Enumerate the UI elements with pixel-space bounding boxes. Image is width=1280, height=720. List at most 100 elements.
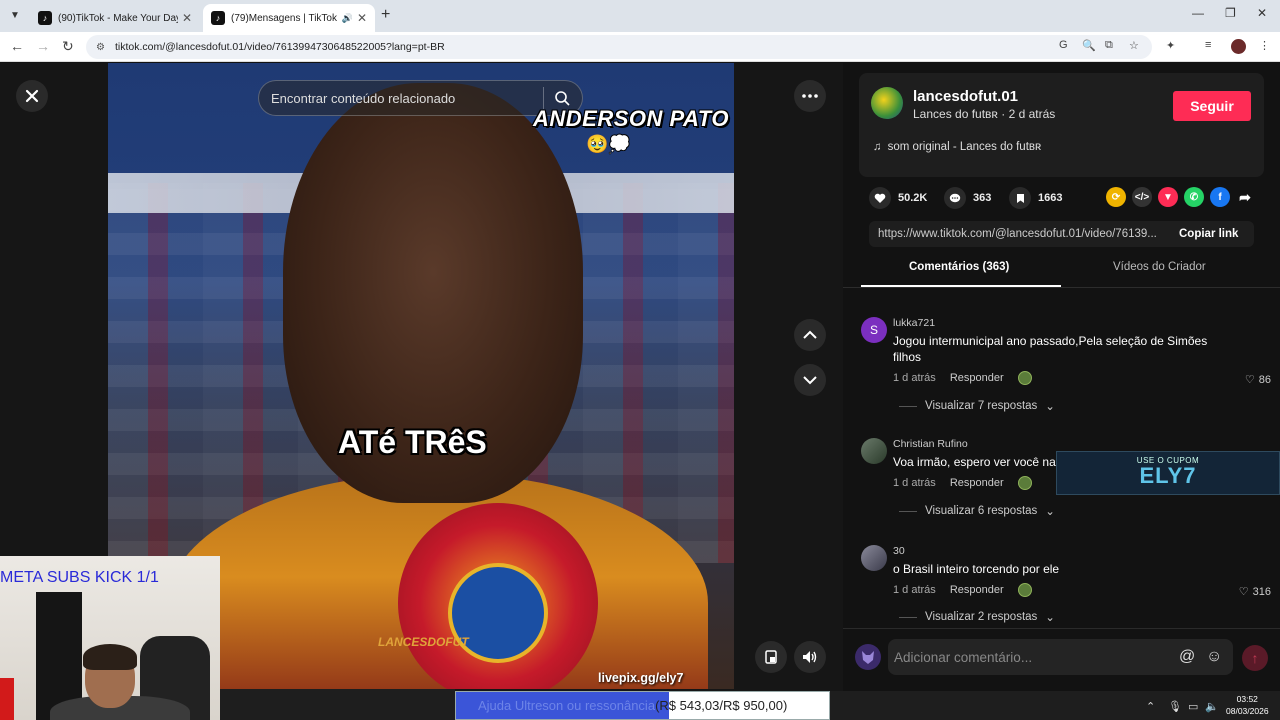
monitor-icon[interactable]: ▭	[1188, 700, 1198, 713]
comment-stat[interactable]: 363	[944, 187, 991, 209]
tabs-divider	[843, 287, 1280, 288]
facebook-icon[interactable]: f	[1210, 187, 1230, 207]
more-options-button[interactable]	[794, 80, 826, 112]
view-replies-button[interactable]: Visualizar 7 respostas ⌄	[899, 399, 1055, 413]
tab-comments[interactable]: Comentários (363)	[909, 261, 1009, 273]
volume-button[interactable]	[794, 641, 826, 673]
search-icon[interactable]	[554, 90, 570, 106]
chevron-down-icon: ⌄	[1045, 612, 1055, 624]
video-caption-name: ANDERSON PATO	[533, 106, 729, 131]
author-subtitle: Lances do futʙʀ · 2 d atrás	[913, 107, 1056, 121]
translate-icon[interactable]: G	[1059, 39, 1068, 51]
comment-meta: 1 d atrás Responder	[893, 583, 1032, 597]
close-window-icon[interactable]: ✕	[1257, 6, 1267, 20]
whatsapp-icon[interactable]: ✆	[1184, 187, 1204, 207]
share-link-box: https://www.tiktok.com/@lancesdofut.01/v…	[869, 221, 1254, 247]
repost-icon[interactable]: ⟳	[1106, 187, 1126, 207]
video-side-panel: lancesdofut.01 Lances do futʙʀ · 2 d atr…	[843, 63, 1280, 691]
replies-dash	[899, 616, 917, 618]
comment-username[interactable]: Christian Rufino	[893, 438, 968, 450]
author-username[interactable]: lancesdofut.01	[913, 88, 1018, 105]
volume-tray-icon[interactable]: 🔈	[1205, 700, 1219, 713]
chevron-down-icon: ⌄	[1045, 506, 1055, 518]
view-replies-button[interactable]: Visualizar 2 respostas ⌄	[899, 610, 1055, 624]
previous-video-button[interactable]	[794, 319, 826, 351]
comment-item: S lukka721 Jogou intermunicipal ano pass…	[861, 317, 1271, 417]
speaker-icon[interactable]: 🔊	[342, 13, 353, 24]
comment-time: 1 d atrás	[893, 584, 936, 596]
original-sound[interactable]: ♫ som original - Lances do futʙʀ	[873, 141, 1041, 153]
new-tab-icon[interactable]: +	[381, 6, 390, 24]
creator-liked-icon	[1017, 583, 1032, 597]
comment-username[interactable]: lukka721	[893, 317, 935, 329]
mini-player-button[interactable]	[755, 641, 787, 673]
share-arrow-icon[interactable]: ➦	[1235, 187, 1255, 207]
tab-creator-videos[interactable]: Vídeos do Criador	[1113, 261, 1206, 273]
heart-outline-icon: ♡	[1238, 586, 1249, 598]
reply-button[interactable]: Responder	[950, 372, 1004, 384]
related-search-placeholder[interactable]: Encontrar conteúdo relacionado	[271, 91, 543, 106]
mention-icon[interactable]: @	[1179, 648, 1195, 666]
my-avatar[interactable]	[855, 644, 881, 670]
browser-menu-icon[interactable]: ⋮	[1259, 39, 1270, 52]
send-to-friends-icon[interactable]: ▼	[1158, 187, 1178, 207]
livepix-link: livepix.gg/ely7	[598, 671, 684, 685]
view-replies-button[interactable]: Visualizar 6 respostas ⌄	[899, 504, 1055, 518]
tab-tiktok-messages[interactable]: ♪ (79)Mensagens | TikTok 🔊 ✕	[203, 4, 375, 32]
minimize-icon[interactable]: —	[1192, 6, 1204, 20]
close-tab-icon[interactable]: ✕	[182, 11, 192, 25]
comment-avatar[interactable]	[861, 545, 887, 571]
media-control-icon[interactable]: ≡	[1205, 39, 1211, 51]
url-text[interactable]: tiktok.com/@lancesdofut.01/video/7613994…	[115, 41, 445, 53]
avatar-initial: S	[869, 323, 878, 337]
tiktok-favicon-icon: ♪	[38, 11, 52, 25]
reload-icon[interactable]: ↻	[62, 38, 74, 55]
site-info-icon[interactable]: ⚙	[96, 42, 105, 53]
comment-avatar[interactable]	[861, 438, 887, 464]
close-video-button[interactable]	[16, 80, 48, 112]
restore-icon[interactable]: ❐	[1225, 6, 1236, 20]
zoom-icon[interactable]: 🔍	[1082, 39, 1096, 52]
forward-icon[interactable]: →	[36, 38, 50, 54]
tab-search-chevron-icon[interactable]: ▼	[6, 6, 24, 24]
tray-chevron-icon[interactable]: ⌃	[1146, 700, 1155, 713]
reply-button[interactable]: Responder	[950, 584, 1004, 596]
comment-avatar[interactable]: S	[861, 317, 887, 343]
post-comment-button[interactable]: ↑	[1242, 645, 1268, 671]
creator-liked-icon	[1017, 371, 1032, 385]
clock-date: 08/03/2026	[1226, 706, 1269, 716]
tab-title: (79)Mensagens | TikTok	[231, 12, 337, 24]
microphone-icon[interactable]: 🎙	[1168, 700, 1182, 713]
save-count: 1663	[1038, 192, 1063, 204]
author-avatar[interactable]	[871, 87, 903, 119]
tab-tiktok-home[interactable]: ♪ (90)TikTok - Make Your Day ✕	[30, 4, 200, 32]
taskbar-right: ⌃ 🎙 ▭ 🔈	[830, 691, 1280, 720]
reply-button[interactable]: Responder	[950, 477, 1004, 489]
extensions-icon[interactable]: ✦	[1166, 39, 1175, 52]
emoji-icon[interactable]: ☺	[1206, 648, 1222, 666]
next-video-button[interactable]	[794, 364, 826, 396]
taskbar-left	[220, 689, 455, 720]
comment-like[interactable]: ♡ 316	[1238, 585, 1271, 599]
comment-username[interactable]: 30	[893, 545, 905, 557]
close-tab-icon[interactable]: ✕	[357, 11, 367, 25]
save-stat[interactable]: 1663	[1009, 187, 1062, 209]
system-clock[interactable]: 03:52 08/03/2026	[1226, 693, 1269, 717]
tiktok-favicon-icon: ♪	[211, 11, 225, 25]
comment-like[interactable]: ♡ 86	[1245, 373, 1271, 387]
bookmark-star-icon[interactable]: ☆	[1129, 39, 1139, 52]
profile-avatar[interactable]	[1231, 39, 1246, 54]
address-bar[interactable]: ⚙ tiktok.com/@lancesdofut.01/video/76139…	[86, 35, 1152, 59]
follow-button[interactable]: Seguir	[1173, 91, 1251, 121]
install-app-icon[interactable]: ⧉	[1105, 39, 1113, 52]
comment-item: 30 o Brasil inteiro torcendo por ele 1 d…	[861, 545, 1271, 625]
embed-icon[interactable]: </>	[1132, 187, 1152, 207]
copy-link-button[interactable]: Copiar link	[1179, 228, 1238, 240]
streamer-webcam: META SUBS KICK 1/1	[0, 556, 220, 720]
comment-like-count: 316	[1252, 585, 1271, 598]
back-icon[interactable]: ←	[10, 38, 24, 54]
like-stat[interactable]: 50.2K	[869, 187, 927, 209]
share-link-text[interactable]: https://www.tiktok.com/@lancesdofut.01/v…	[869, 228, 1167, 240]
like-count: 50.2K	[898, 192, 928, 204]
replies-dash	[899, 510, 917, 512]
